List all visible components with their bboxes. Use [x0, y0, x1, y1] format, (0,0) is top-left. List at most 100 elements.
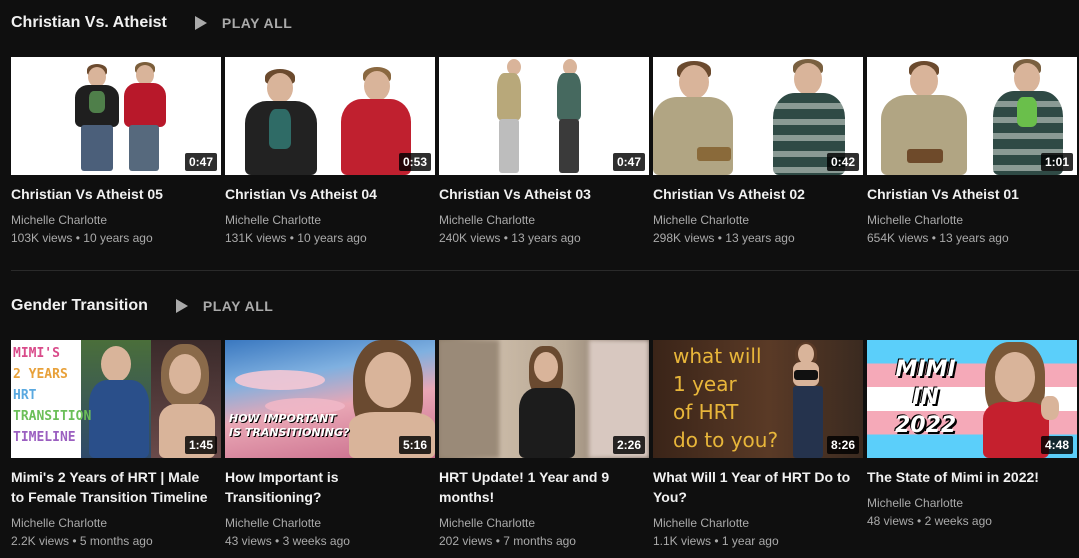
thumb-caption-line: what will	[673, 344, 762, 368]
duration-badge: 0:42	[826, 153, 859, 171]
video-meta: 131K views • 10 years ago	[225, 229, 435, 247]
thumb-figure	[793, 386, 823, 458]
video-card[interactable]: 0:47 Christian Vs Atheist 05 Michelle Ch…	[11, 57, 221, 247]
thumb-figure	[697, 147, 731, 161]
thumb-figure	[907, 149, 943, 163]
channel-name[interactable]: Michelle Charlotte	[653, 211, 863, 229]
video-thumbnail[interactable]: MIMI'S 2 YEARS HRT TRANSITION TIMELINE 1…	[11, 340, 221, 458]
thumb-caption-line: 2022	[895, 413, 957, 438]
view-count: 131K views	[225, 231, 287, 245]
thumb-figure	[519, 388, 575, 458]
thumb-caption-line: HRT	[13, 388, 37, 403]
thumb-figure	[129, 125, 159, 171]
video-meta: 43 views • 3 weeks ago	[225, 532, 435, 550]
video-card[interactable]: 0:53 Christian Vs Atheist 04 Michelle Ch…	[225, 57, 435, 247]
duration-badge: 0:47	[612, 153, 645, 171]
thumb-caption-line: TRANSITION	[13, 409, 92, 424]
thumb-figure	[365, 352, 411, 408]
video-thumbnail[interactable]: 0:53	[225, 57, 435, 175]
video-card[interactable]: MIMI IN 2022 4:48 The State of Mimi in 2…	[867, 340, 1077, 550]
thumb-caption: MIMI'S 2 YEARS HRT TRANSITION TIMELINE	[13, 343, 91, 448]
video-title[interactable]: Christian Vs Atheist 01	[867, 184, 1077, 204]
thumb-figure	[499, 119, 519, 173]
video-thumbnail[interactable]: what will 1 year of HRT do to you? 8:26	[653, 340, 863, 458]
channel-name[interactable]: Michelle Charlotte	[867, 494, 1077, 512]
video-thumbnail[interactable]: 2:26	[439, 340, 649, 458]
video-title[interactable]: Christian Vs Atheist 02	[653, 184, 863, 204]
video-card[interactable]: MIMI'S 2 YEARS HRT TRANSITION TIMELINE 1…	[11, 340, 221, 550]
meta-separator: •	[503, 231, 508, 245]
view-count: 654K views	[867, 231, 929, 245]
channel-name[interactable]: Michelle Charlotte	[439, 514, 649, 532]
meta-separator: •	[275, 534, 280, 548]
channel-name[interactable]: Michelle Charlotte	[11, 514, 221, 532]
duration-badge: 0:53	[398, 153, 431, 171]
duration-badge: 4:48	[1040, 436, 1073, 454]
video-thumbnail[interactable]: 0:47	[11, 57, 221, 175]
video-title[interactable]: What Will 1 Year of HRT Do to You?	[653, 467, 863, 507]
channel-name[interactable]: Michelle Charlotte	[653, 514, 863, 532]
thumb-caption-line: IN	[912, 385, 939, 410]
channel-name[interactable]: Michelle Charlotte	[225, 211, 435, 229]
meta-separator: •	[714, 534, 719, 548]
video-meta: 103K views • 10 years ago	[11, 229, 221, 247]
video-card[interactable]: 2:26 HRT Update! 1 Year and 9 months! Mi…	[439, 340, 649, 550]
channel-name[interactable]: Michelle Charlotte	[439, 211, 649, 229]
video-title[interactable]: HRT Update! 1 Year and 9 months!	[439, 467, 649, 507]
video-meta: 2.2K views • 5 months ago	[11, 532, 221, 550]
video-card[interactable]: 1:01 Christian Vs Atheist 01 Michelle Ch…	[867, 57, 1077, 247]
thumb-figure	[794, 370, 818, 380]
video-thumbnail[interactable]: 1:01	[867, 57, 1077, 175]
meta-separator: •	[75, 231, 80, 245]
upload-age: 3 weeks ago	[282, 534, 350, 548]
video-thumbnail[interactable]: MIMI IN 2022 4:48	[867, 340, 1077, 458]
view-count: 43 views	[225, 534, 272, 548]
upload-age: 10 years ago	[297, 231, 367, 245]
channel-name[interactable]: Michelle Charlotte	[225, 514, 435, 532]
thumb-caption-line: TIMELINE	[13, 430, 76, 445]
video-title[interactable]: Mimi's 2 Years of HRT | Male to Female T…	[11, 467, 221, 507]
thumb-figure	[881, 95, 967, 175]
thumb-figure	[794, 63, 822, 95]
play-all-button[interactable]: PLAY ALL	[175, 298, 274, 314]
video-title[interactable]: The State of Mimi in 2022!	[867, 467, 1077, 487]
shelf-title[interactable]: Christian Vs. Atheist	[11, 14, 167, 32]
video-grid: 0:47 Christian Vs Atheist 05 Michelle Ch…	[11, 57, 1079, 247]
video-card[interactable]: what will 1 year of HRT do to you? 8:26 …	[653, 340, 863, 550]
video-card[interactable]: HOW IMPORTANT IS TRANSITIONING? 5:16 How…	[225, 340, 435, 550]
upload-age: 13 years ago	[511, 231, 581, 245]
channel-name[interactable]: Michelle Charlotte	[867, 211, 1077, 229]
video-thumbnail[interactable]: HOW IMPORTANT IS TRANSITIONING? 5:16	[225, 340, 435, 458]
video-card[interactable]: 0:47 Christian Vs Atheist 03 Michelle Ch…	[439, 57, 649, 247]
thumb-figure	[101, 346, 131, 382]
thumb-figure	[653, 97, 733, 175]
video-thumbnail[interactable]: 0:47	[439, 57, 649, 175]
thumb-caption-line: 1 year	[673, 372, 737, 396]
play-all-label: PLAY ALL	[202, 298, 274, 314]
video-meta: 48 views • 2 weeks ago	[867, 512, 1077, 530]
duration-badge: 1:45	[184, 436, 217, 454]
video-title[interactable]: Christian Vs Atheist 04	[225, 184, 435, 204]
video-title[interactable]: Christian Vs Atheist 03	[439, 184, 649, 204]
duration-badge: 1:01	[1040, 153, 1073, 171]
video-title[interactable]: Christian Vs Atheist 05	[11, 184, 221, 204]
play-icon	[175, 299, 188, 313]
view-count: 48 views	[867, 514, 914, 528]
upload-age: 13 years ago	[725, 231, 795, 245]
shelf-header: Gender Transition PLAY ALL	[11, 295, 273, 317]
video-thumbnail[interactable]: 0:42	[653, 57, 863, 175]
video-title[interactable]: How Important is Transitioning?	[225, 467, 435, 507]
thumb-figure	[559, 119, 579, 173]
shelf-title[interactable]: Gender Transition	[11, 297, 148, 315]
channel-name[interactable]: Michelle Charlotte	[11, 211, 221, 229]
upload-age: 1 year ago	[721, 534, 779, 548]
video-meta: 1.1K views • 1 year ago	[653, 532, 863, 550]
thumb-caption-line: MIMI'S	[13, 346, 60, 361]
video-card[interactable]: 0:42 Christian Vs Atheist 02 Michelle Ch…	[653, 57, 863, 247]
thumb-figure	[267, 73, 293, 103]
thumb-caption-line: HOW IMPORTANT	[229, 412, 336, 425]
play-all-button[interactable]: PLAY ALL	[194, 15, 292, 31]
thumb-blur	[439, 340, 499, 458]
meta-separator: •	[289, 231, 294, 245]
video-meta: 654K views • 13 years ago	[867, 229, 1077, 247]
